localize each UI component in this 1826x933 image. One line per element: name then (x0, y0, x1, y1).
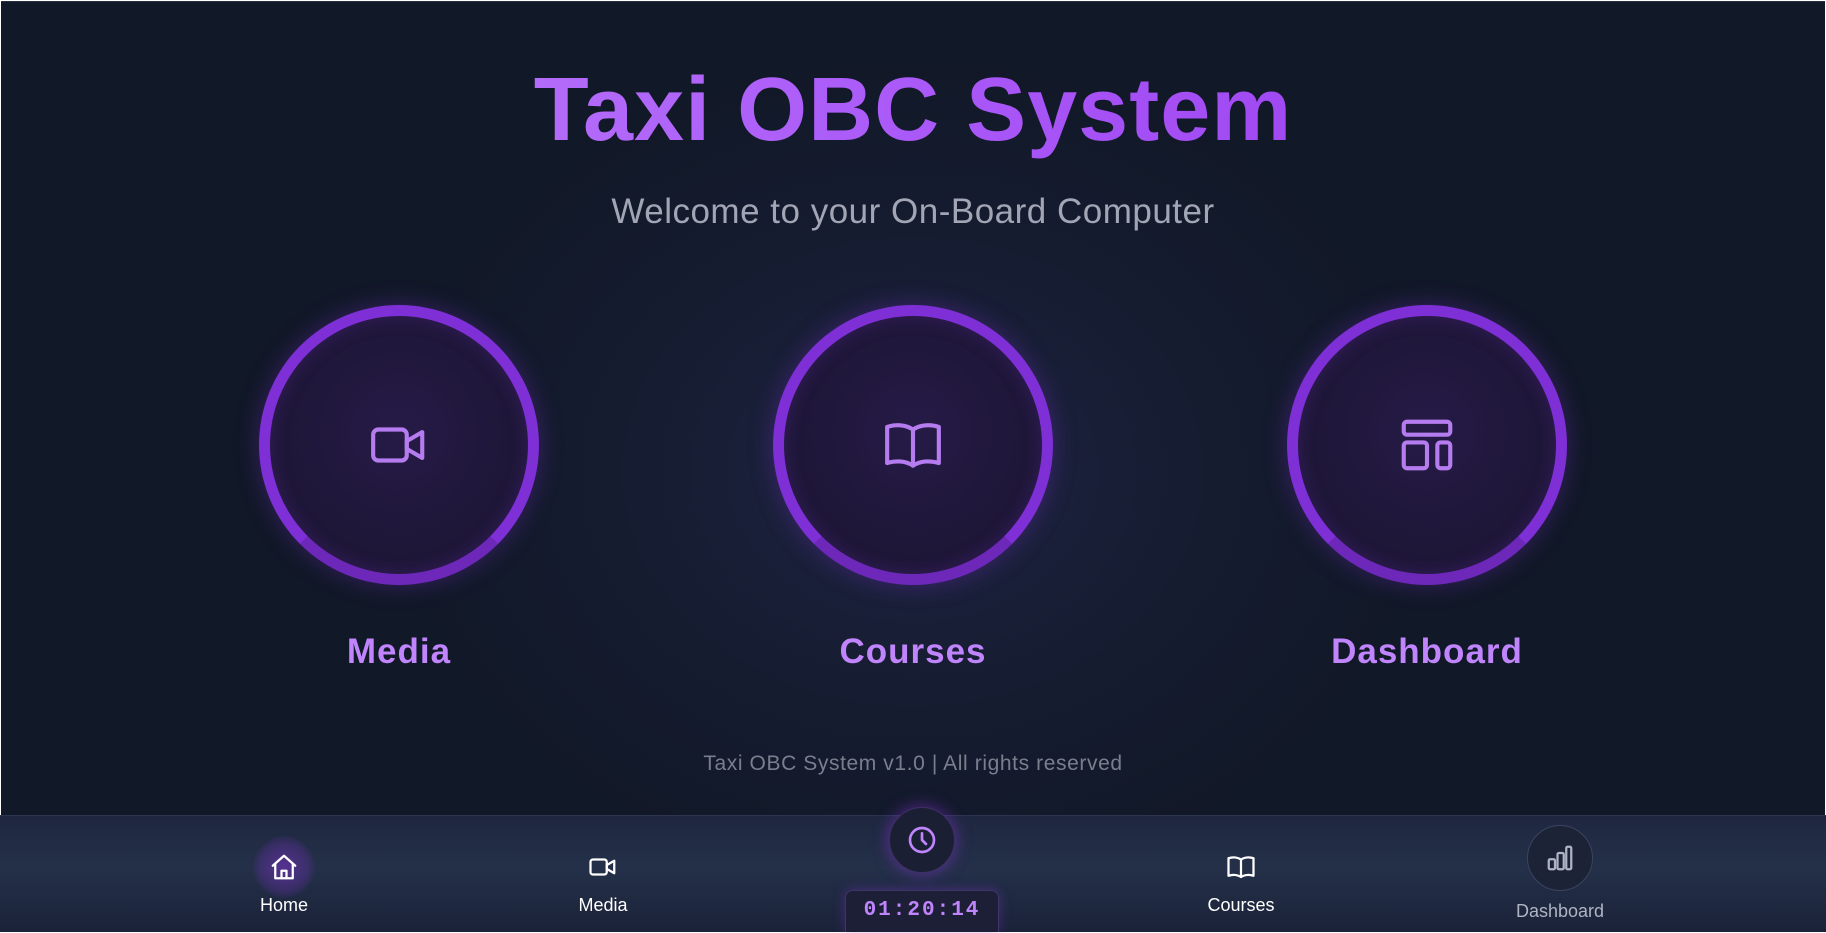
media-label: Media (346, 632, 452, 671)
open-book-icon (885, 423, 941, 468)
nav-media-icon-wrap (572, 836, 634, 898)
trip-timer: 01:20:14 (845, 890, 999, 932)
video-camera-icon (371, 427, 425, 463)
nav-courses-label: Courses (1207, 895, 1275, 915)
courses-tile[interactable]: Courses (773, 305, 1053, 685)
clock-icon (908, 826, 936, 854)
open-book-icon (1227, 856, 1255, 879)
media-button[interactable] (259, 305, 539, 585)
media-tile[interactable]: Media (259, 305, 539, 685)
nav-dashboard-icon-wrap (1527, 825, 1593, 891)
footer-copyright: Taxi OBC System v1.0 | All rights reserv… (703, 752, 1123, 775)
app-window: Taxi OBC System Welcome to your On-Board… (0, 0, 1826, 933)
nav-item-dashboard[interactable]: Dashboard (1485, 816, 1635, 932)
layout-panels-icon (1401, 419, 1453, 471)
dashboard-button[interactable] (1287, 305, 1567, 585)
nav-home-icon-wrap (253, 836, 315, 898)
nav-home-label: Home (259, 895, 308, 915)
page-subtitle: Welcome to your On-Board Computer (611, 192, 1215, 231)
home-screen: Taxi OBC System Welcome to your On-Board… (1, 1, 1825, 816)
nav-dashboard-label: Dashboard (1515, 901, 1605, 921)
dashboard-tile[interactable]: Dashboard (1287, 305, 1567, 685)
nav-item-home[interactable]: Home (209, 816, 359, 932)
courses-button[interactable] (773, 305, 1053, 585)
bar-chart-icon (1547, 845, 1573, 871)
video-camera-icon (589, 858, 616, 876)
nav-courses-icon-wrap (1210, 836, 1272, 898)
courses-label: Courses (839, 632, 987, 671)
nav-item-media[interactable]: Media (528, 816, 678, 932)
nav-media-label: Media (578, 895, 628, 915)
home-icon (271, 854, 297, 880)
dashboard-label: Dashboard (1331, 632, 1523, 671)
nav-item-courses[interactable]: Courses (1166, 816, 1316, 932)
page-title: Taxi OBC System (1, 60, 1825, 160)
clock-button[interactable] (889, 807, 955, 873)
